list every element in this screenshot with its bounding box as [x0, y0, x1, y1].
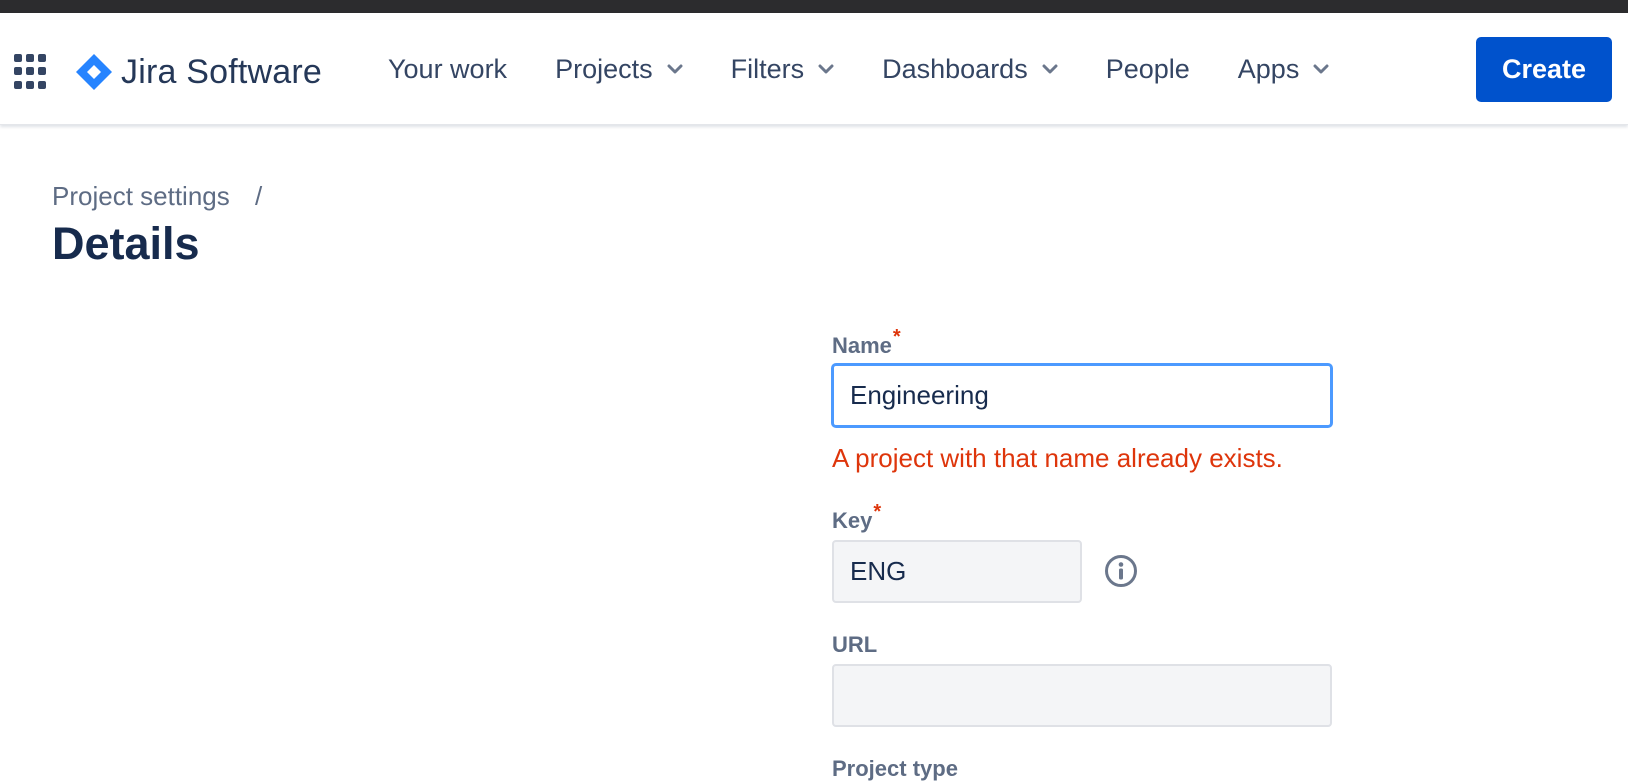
- key-label: Key*: [832, 501, 881, 534]
- key-label-text: Key: [832, 508, 873, 533]
- create-button[interactable]: Create: [1476, 37, 1612, 102]
- breadcrumb-project-settings[interactable]: Project settings: [52, 181, 230, 211]
- url-input[interactable]: [832, 664, 1332, 727]
- nav-label: Dashboards: [882, 53, 1028, 84]
- nav-dashboards[interactable]: Dashboards: [882, 54, 1058, 85]
- key-input[interactable]: [832, 540, 1082, 603]
- page-title: Details: [52, 218, 200, 269]
- name-label: Name*: [832, 326, 901, 359]
- chevron-down-icon: [818, 64, 834, 74]
- project-type-label: Project type: [832, 756, 958, 782]
- required-asterisk: *: [892, 326, 901, 348]
- logo-text: Jira Software: [121, 52, 323, 91]
- primary-nav: Your work Projects Filters Dashboards Pe…: [388, 13, 1377, 125]
- project-type-label-text: Project type: [832, 756, 958, 781]
- jira-logo[interactable]: Jira Software: [75, 50, 322, 94]
- url-label: URL: [832, 632, 877, 658]
- window-top-strip: [0, 0, 1628, 13]
- nav-label: Apps: [1237, 53, 1300, 84]
- jira-diamond-icon: [76, 54, 112, 90]
- nav-label: People: [1105, 53, 1190, 84]
- nav-filters[interactable]: Filters: [731, 54, 835, 85]
- name-error-message: A project with that name already exists.: [832, 443, 1283, 473]
- breadcrumb-separator: /: [254, 181, 263, 211]
- nav-projects[interactable]: Projects: [555, 54, 683, 85]
- nav-people[interactable]: People: [1106, 54, 1190, 85]
- required-asterisk: *: [873, 501, 882, 523]
- nav-label: Projects: [555, 53, 653, 84]
- nav-label: Filters: [730, 53, 805, 84]
- url-label-text: URL: [832, 632, 878, 657]
- chevron-down-icon: [1042, 64, 1058, 74]
- name-label-text: Name: [832, 333, 892, 358]
- chevron-down-icon: [667, 64, 683, 74]
- nav-your-work[interactable]: Your work: [388, 54, 507, 85]
- nav-apps[interactable]: Apps: [1238, 54, 1330, 85]
- breadcrumb: Project settings /: [52, 181, 262, 212]
- app-switcher-grid-icon[interactable]: [14, 54, 50, 90]
- nav-label: Your work: [388, 53, 508, 84]
- chevron-down-icon: [1313, 64, 1329, 74]
- name-input[interactable]: [832, 364, 1332, 427]
- info-icon[interactable]: [1104, 554, 1138, 588]
